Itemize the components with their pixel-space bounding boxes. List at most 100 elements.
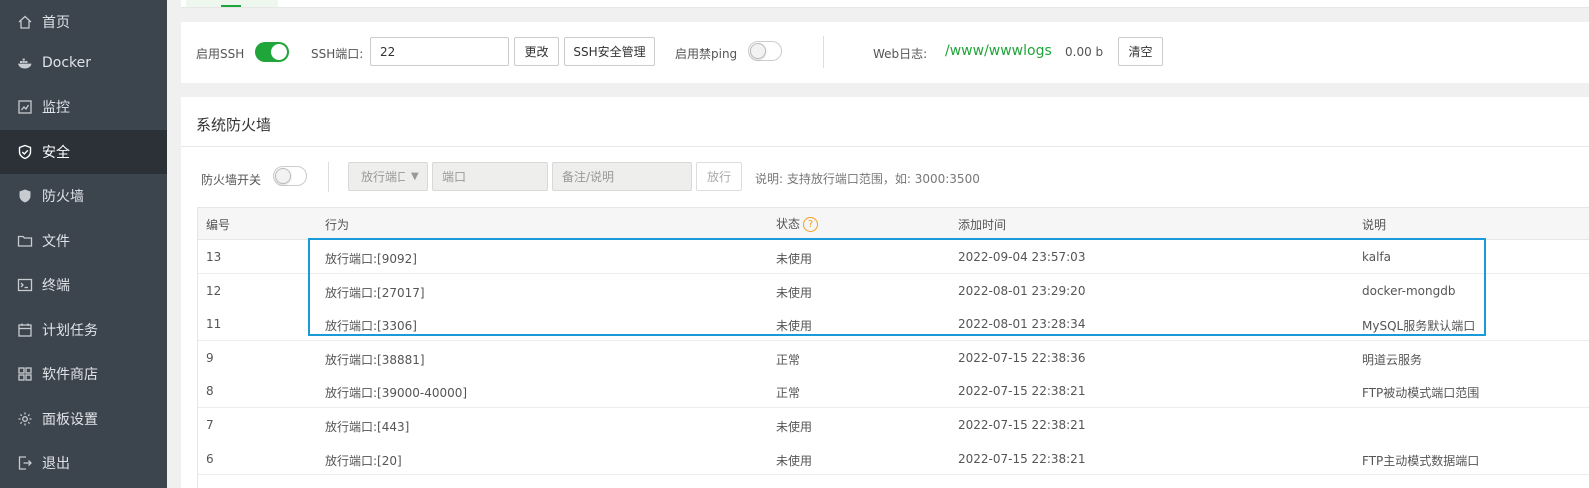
switch-knob [750,43,766,59]
logout-icon [17,455,33,471]
sidebar-item-firewall[interactable]: 防火墙 [0,174,167,218]
ssh-security-manage-button[interactable]: SSH安全管理 [564,37,655,66]
clear-log-button[interactable]: 清空 [1118,37,1163,66]
ping-disable-label: 启用禁ping [675,47,738,61]
sidebar-item-settings[interactable]: 面板设置 [0,397,167,441]
firewall-switch-label: 防火墙开关 [201,173,262,187]
firewall-switch[interactable] [273,166,307,186]
web-log-size: 0.00 b [1065,45,1104,59]
ssh-port-label: SSH端口: [311,47,364,61]
column-header-remark: 说明 [1362,218,1387,232]
sidebar-item-terminal[interactable]: 终端 [0,263,167,307]
cell-id: 6 [206,452,214,466]
cell-action: 放行端口:[20] [325,454,402,468]
cell-status: 正常 [776,386,801,400]
sidebar-item-cron[interactable]: 计划任务 [0,308,167,352]
port-input[interactable]: 端口 [432,162,548,191]
cell-status: 未使用 [776,252,813,266]
sidebar-item-logout[interactable]: 退出 [0,441,167,485]
firewall-note: 说明: 支持放行端口范围，如: 3000:3500 [755,172,980,186]
sidebar-item-label: 文件 [42,234,70,250]
sidebar-item-label: 退出 [42,456,70,472]
sidebar-item-label: 监控 [42,100,70,116]
table-border [197,207,198,488]
home-icon [17,14,33,30]
calendar-icon [17,322,33,338]
cell-remark: docker-mongdb [1362,284,1456,298]
sidebar-item-label: 防火墙 [42,189,84,205]
cell-id: 8 [206,384,214,398]
shield-check-icon [17,144,33,160]
cell-time: 2022-07-15 22:38:21 [958,452,1086,466]
column-header-time: 添加时间 [958,218,1007,232]
firewall-title: 系统防火墙 [196,116,272,134]
column-header-id: 编号 [206,218,231,232]
cell-status: 未使用 [776,286,813,300]
cell-id: 13 [206,250,222,264]
sidebar: 首页 Docker 监控 安全 防火墙 文件 终端 计划任务 软件商店 面板设置… [0,0,167,488]
cell-remark: MySQL服务默认端口 [1362,319,1476,333]
ssh-enable-switch[interactable] [255,42,289,62]
remark-input[interactable]: 备注/说明 [552,162,692,191]
docker-icon [17,55,33,71]
sidebar-item-docker[interactable]: Docker [0,41,167,85]
cell-status: 正常 [776,353,801,367]
ping-disable-switch[interactable] [748,41,782,61]
allow-port-button[interactable]: 放行 [696,162,742,191]
ssh-enable-label: 启用SSH [196,47,245,61]
shield-icon [17,188,33,204]
cell-status: 未使用 [776,454,813,468]
apps-icon [17,366,33,382]
sidebar-item-label: 安全 [42,145,70,161]
cell-remark: 明道云服务 [1362,353,1423,367]
sidebar-item-monitor[interactable]: 监控 [0,85,167,129]
sidebar-item-label: 终端 [42,278,70,294]
cell-action: 放行端口:[38881] [325,353,425,367]
ssh-port-input[interactable]: 22 [370,37,509,66]
cell-remark: kalfa [1362,250,1392,264]
sidebar-item-home[interactable]: 首页 [0,0,167,44]
monitor-icon [17,99,33,115]
sidebar-item-files[interactable]: 文件 [0,219,167,263]
cell-action: 放行端口:[27017] [325,286,425,300]
cell-time: 2022-07-15 22:38:21 [958,384,1086,398]
cell-time: 2022-08-01 23:28:34 [958,317,1086,331]
sidebar-item-label: Docker [42,55,92,71]
web-log-path-link[interactable]: /www/wwwlogs [945,43,1052,59]
column-header-status: 状态? [776,215,819,232]
rule-type-select[interactable]: 放行端口 ▼ [348,162,428,191]
active-tab-indicator [221,5,241,7]
sidebar-item-store[interactable]: 软件商店 [0,352,167,396]
cell-id: 9 [206,351,214,365]
cell-remark: FTP被动模式端口范围 [1362,386,1480,400]
terminal-icon [17,277,33,293]
cell-id: 7 [206,418,214,432]
sidebar-item-label: 首页 [42,15,70,31]
column-header-status-label: 状态 [776,217,801,231]
sidebar-item-label: 软件商店 [42,367,98,383]
switch-knob [271,44,287,60]
column-header-action: 行为 [325,218,350,232]
web-log-label: Web日志: [873,47,928,61]
caret-down-icon: ▼ [411,171,419,182]
sidebar-item-security[interactable]: 安全 [0,130,167,174]
switch-knob [275,168,291,184]
cell-remark: FTP主动模式数据端口 [1362,454,1480,468]
cell-time: 2022-09-04 23:57:03 [958,250,1086,264]
folder-icon [17,233,33,249]
cell-time: 2022-08-01 23:29:20 [958,284,1086,298]
cell-status: 未使用 [776,319,813,333]
cell-status: 未使用 [776,420,813,434]
rule-type-value: 放行端口 [361,170,405,184]
cell-time: 2022-07-15 22:38:36 [958,351,1086,365]
cell-id: 12 [206,284,222,298]
gear-icon [17,411,33,427]
cell-action: 放行端口:[3306] [325,319,417,333]
cell-action: 放行端口:[39000-40000] [325,386,468,400]
top-tab-bar [181,0,1589,8]
sidebar-item-label: 面板设置 [42,412,98,428]
change-port-button[interactable]: 更改 [514,37,559,66]
cell-time: 2022-07-15 22:38:21 [958,418,1086,432]
help-icon[interactable]: ? [803,217,819,232]
divider [823,36,824,68]
